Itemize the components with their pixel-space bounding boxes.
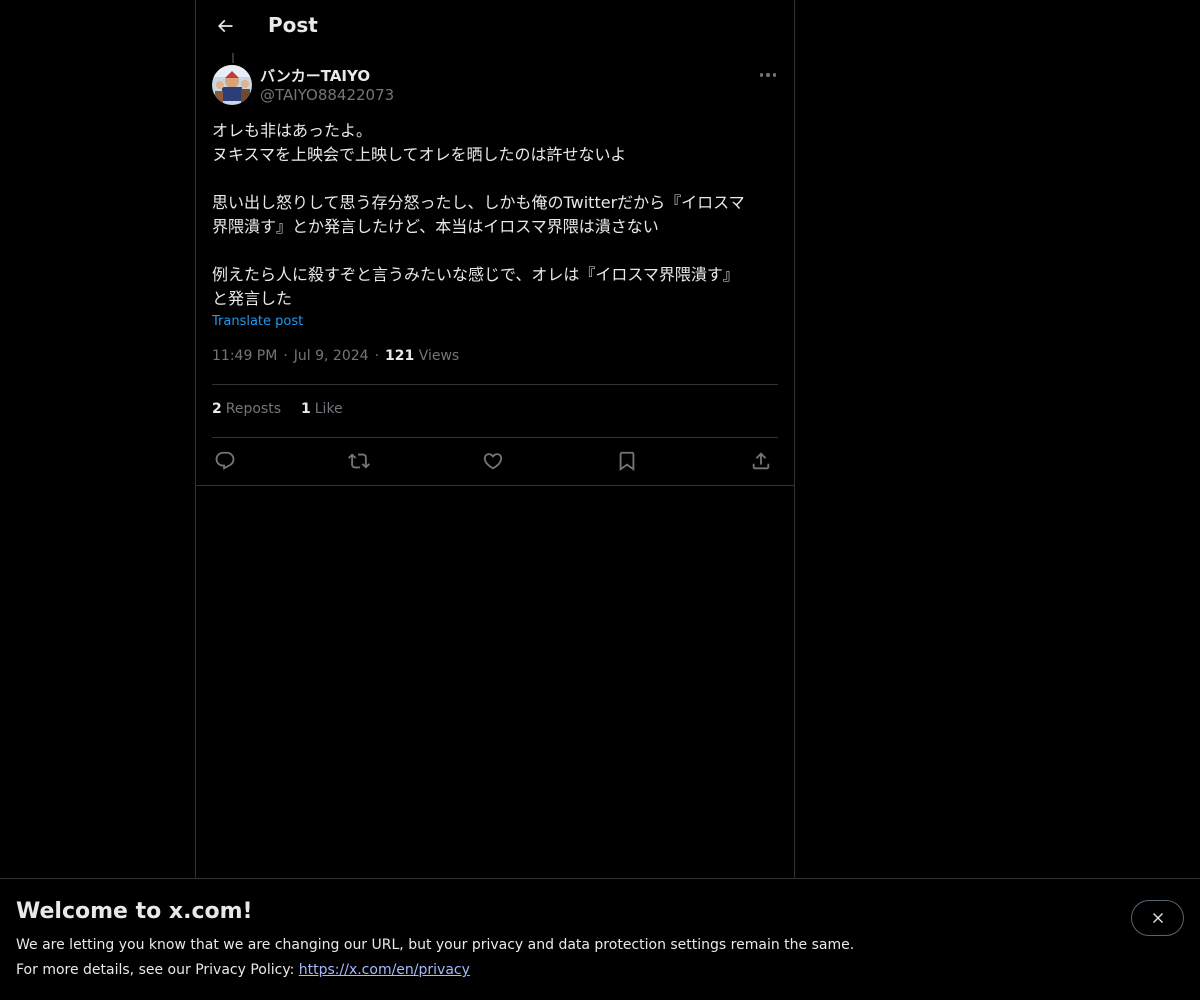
- reposts-stat[interactable]: 2 Reposts: [212, 401, 281, 417]
- thread-connector: [232, 53, 234, 63]
- views-label: Views: [418, 348, 460, 364]
- post-line: [212, 239, 782, 263]
- post-line: と発言した: [212, 289, 293, 308]
- reposts-count: 2: [212, 401, 222, 417]
- banner-privacy-prefix: For more details, see our Privacy Policy…: [16, 962, 299, 978]
- banner-privacy-note: For more details, see our Privacy Policy…: [16, 962, 470, 978]
- post-column: Post バンカーTAIYO @TAIYO88422073 オレも非はあったよ。…: [195, 0, 795, 878]
- banner-title: Welcome to x.com!: [16, 899, 253, 924]
- avatar-image: [212, 65, 252, 105]
- banner-message: We are letting you know that we are chan…: [16, 937, 855, 953]
- divider: [212, 384, 778, 385]
- post-text: オレも非はあったよ。 ヌキスマを上映会で上映してオレを晒したのは許せないよ 思い…: [212, 119, 782, 311]
- close-banner-button[interactable]: [1131, 900, 1184, 936]
- like-button[interactable]: [480, 448, 506, 474]
- divider: [212, 437, 778, 438]
- share-button[interactable]: [748, 448, 774, 474]
- likes-stat[interactable]: 1 Like: [301, 401, 343, 417]
- close-icon: [1152, 913, 1163, 923]
- reply-icon: [215, 451, 235, 470]
- post-time[interactable]: 11:49 PM: [212, 348, 277, 364]
- more-dots-icon: [759, 73, 764, 77]
- views: 121 Views: [385, 348, 459, 364]
- bookmark-icon: [619, 451, 635, 472]
- likes-count: 1: [301, 401, 311, 417]
- privacy-policy-link[interactable]: https://x.com/en/privacy: [299, 962, 470, 978]
- post-meta: 11:49 PM · Jul 9, 2024 · 121 Views: [212, 348, 459, 364]
- more-options-button[interactable]: [752, 64, 784, 86]
- meta-separator: ·: [374, 348, 380, 364]
- post-stats: 2 Reposts 1 Like: [212, 401, 343, 417]
- more-dot: [766, 73, 770, 77]
- arrow-left-icon: [217, 19, 233, 33]
- post-line: [212, 167, 782, 191]
- post-date[interactable]: Jul 9, 2024: [294, 348, 369, 364]
- translate-post-link[interactable]: Translate post: [212, 314, 303, 329]
- post-actions: [212, 448, 778, 474]
- repost-button[interactable]: [346, 448, 372, 474]
- author-display-name[interactable]: バンカーTAIYO: [260, 65, 370, 86]
- post-line: 例えたら人に殺すぞと言うみたいな感じで、オレは『イロスマ界隈潰す』: [212, 265, 739, 284]
- avatar[interactable]: [212, 65, 252, 105]
- views-count: 121: [385, 348, 415, 364]
- post-line: ヌキスマを上映会で上映してオレを晒したのは許せないよ: [212, 145, 627, 164]
- back-button[interactable]: [208, 9, 242, 43]
- post-line: 界隈潰す』とか発言したけど、本当はイロスマ界隈は潰さない: [212, 217, 659, 236]
- author-handle[interactable]: @TAIYO88422073: [260, 86, 394, 104]
- divider: [196, 485, 794, 486]
- share-icon: [752, 452, 770, 470]
- reposts-label: Reposts: [225, 401, 281, 417]
- likes-label: Like: [314, 401, 343, 417]
- page-title: Post: [268, 13, 318, 37]
- reply-button[interactable]: [212, 448, 238, 474]
- post-line: 思い出し怒りして思う存分怒ったし、しかも俺のTwitterだから『イロスマ: [212, 193, 745, 212]
- repost-icon: [348, 453, 370, 469]
- post-header: Post: [196, 0, 794, 53]
- heart-icon: [483, 453, 503, 470]
- bookmark-button[interactable]: [614, 448, 640, 474]
- post-line: オレも非はあったよ。: [212, 121, 373, 140]
- meta-separator: ·: [283, 348, 288, 364]
- more-dot: [772, 73, 777, 77]
- welcome-banner: Welcome to x.com! We are letting you kno…: [0, 878, 1200, 1000]
